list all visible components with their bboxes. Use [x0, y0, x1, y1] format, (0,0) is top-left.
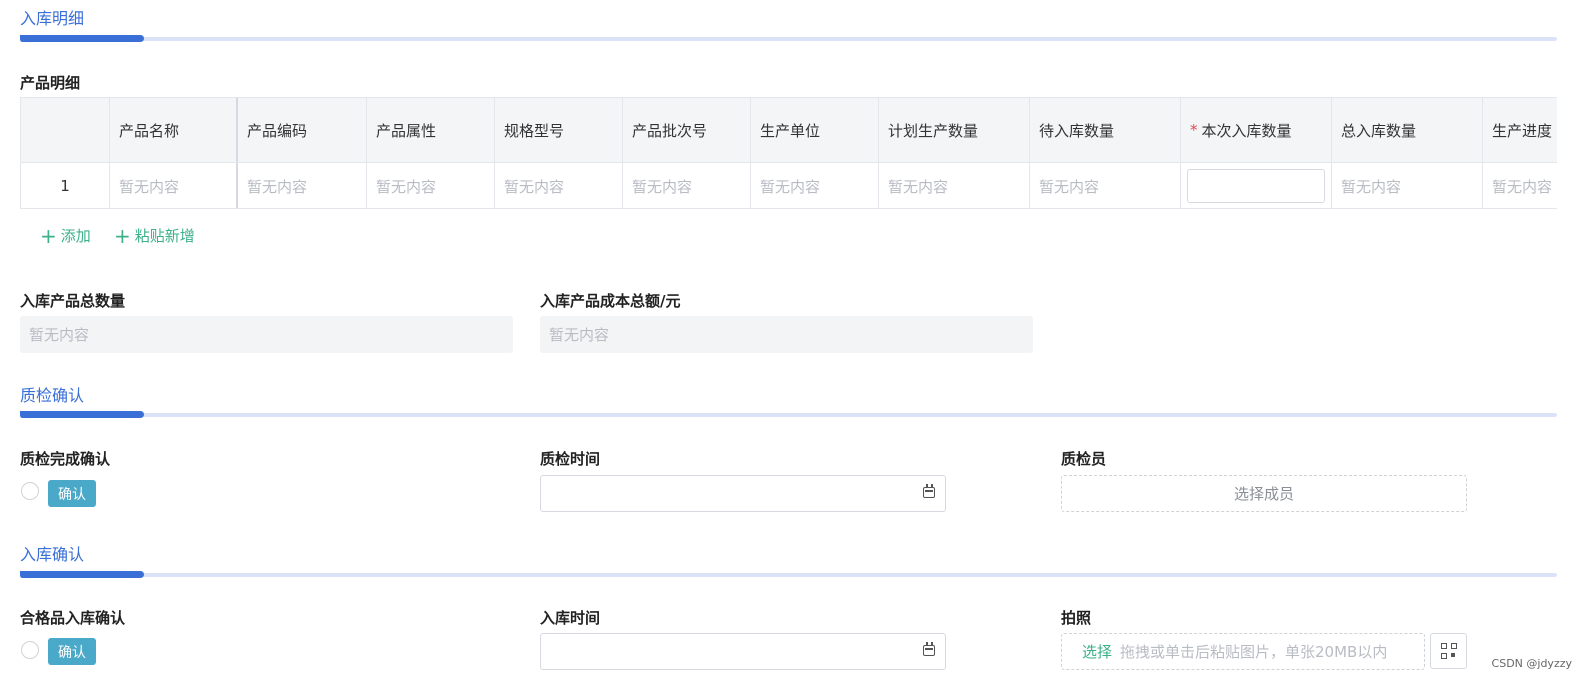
- section-title-inbound-detail: 入库明细: [20, 9, 85, 28]
- qualified-inbound-label: 合格品入库确认: [20, 609, 126, 627]
- cell-product-code: 暂无内容: [238, 163, 367, 208]
- cell-pending-qty: 暂无内容: [1030, 163, 1181, 208]
- select-member-button[interactable]: 选择成员: [1061, 475, 1467, 512]
- qr-code-icon: [1440, 643, 1457, 659]
- qc-time-label: 质检时间: [540, 450, 601, 468]
- inbound-time-input[interactable]: [540, 633, 946, 670]
- section-divider: [20, 35, 1557, 42]
- inbound-confirm-tag[interactable]: 确认: [48, 638, 96, 665]
- qc-inspector-label: 质检员: [1061, 450, 1107, 468]
- table-header-current-qty: * 本次入库数量: [1181, 98, 1332, 162]
- table-header-total-qty: 总入库数量: [1332, 98, 1483, 162]
- table-header-planned-qty: 计划生产数量: [879, 98, 1030, 162]
- cell-progress: 暂无内容: [1492, 177, 1553, 196]
- photo-upload-area[interactable]: 选择 拖拽或单击后粘贴图片，单张20MB以内: [1061, 633, 1425, 670]
- table-header-production-unit: 生产单位: [751, 98, 879, 162]
- upload-select-link[interactable]: 选择: [1082, 641, 1112, 662]
- table-header-index: [21, 98, 110, 162]
- inbound-time-label: 入库时间: [540, 609, 601, 627]
- table-header-product-attr: 产品属性: [367, 98, 495, 162]
- table-header-current-qty-label: 本次入库数量: [1201, 121, 1292, 140]
- section-divider: [20, 411, 1557, 418]
- cell-planned-qty: 暂无内容: [879, 163, 1030, 208]
- qc-confirm-tag[interactable]: 确认: [48, 480, 96, 507]
- table-header-batch-no: 产品批次号: [623, 98, 751, 162]
- product-detail-title: 产品明细: [20, 74, 81, 92]
- watermark: CSDN @jdyzzy: [1491, 657, 1572, 670]
- add-row-label: 添加: [60, 227, 91, 245]
- required-marker: *: [1190, 121, 1198, 139]
- cell-production-unit: 暂无内容: [751, 163, 879, 208]
- section-title-inbound-confirm: 入库确认: [20, 545, 85, 564]
- qc-complete-radio[interactable]: [21, 482, 39, 500]
- calendar-icon: [923, 642, 935, 656]
- cell-product-name: 暂无内容: [110, 163, 238, 208]
- cell-product-attr: 暂无内容: [367, 163, 495, 208]
- paste-add-label: 粘贴新增: [134, 227, 195, 245]
- cell-batch-no: 暂无内容: [623, 163, 751, 208]
- qr-upload-button[interactable]: [1430, 633, 1467, 669]
- table-header-pending-qty: 待入库数量: [1030, 98, 1181, 162]
- table-header-product-name: 产品名称: [110, 98, 238, 162]
- plus-icon: +: [114, 223, 131, 248]
- calendar-icon: [923, 484, 935, 498]
- upload-hint: 拖拽或单击后粘贴图片，单张20MB以内: [1120, 643, 1388, 661]
- cell-spec: 暂无内容: [495, 163, 623, 208]
- qualified-inbound-radio[interactable]: [21, 641, 39, 659]
- photo-label: 拍照: [1061, 609, 1092, 627]
- cell-total-qty: 暂无内容: [1332, 163, 1483, 208]
- section-title-qc: 质检确认: [20, 386, 85, 405]
- add-row-button[interactable]: + 添加: [40, 225, 91, 246]
- qc-time-input[interactable]: [540, 475, 946, 512]
- table-header-progress: 生产进度: [1492, 121, 1553, 140]
- paste-add-button[interactable]: + 粘贴新增: [114, 225, 195, 246]
- cell-current-qty: [1181, 163, 1332, 208]
- product-detail-table: 产品名称 产品编码 产品属性 规格型号 产品批次号 生产单位 计划生产数量 待入…: [20, 97, 1557, 209]
- qc-complete-label: 质检完成确认: [20, 450, 111, 468]
- section-divider: [20, 571, 1557, 578]
- current-qty-input[interactable]: [1187, 169, 1325, 203]
- total-cost-field: 暂无内容: [540, 316, 1033, 353]
- total-cost-label: 入库产品成本总额/元: [540, 292, 681, 310]
- total-qty-label: 入库产品总数量: [20, 292, 126, 310]
- table-header-product-code: 产品编码: [238, 98, 367, 162]
- table-header-spec: 规格型号: [495, 98, 623, 162]
- row-index: 1: [21, 163, 110, 208]
- total-qty-field: 暂无内容: [20, 316, 513, 353]
- table-row: 1 暂无内容 暂无内容 暂无内容 暂无内容 暂无内容 暂无内容 暂无内容 暂无内…: [21, 163, 1557, 208]
- select-member-label: 选择成员: [1233, 485, 1294, 503]
- table-header-row: 产品名称 产品编码 产品属性 规格型号 产品批次号 生产单位 计划生产数量 待入…: [21, 98, 1557, 163]
- plus-icon: +: [40, 223, 57, 248]
